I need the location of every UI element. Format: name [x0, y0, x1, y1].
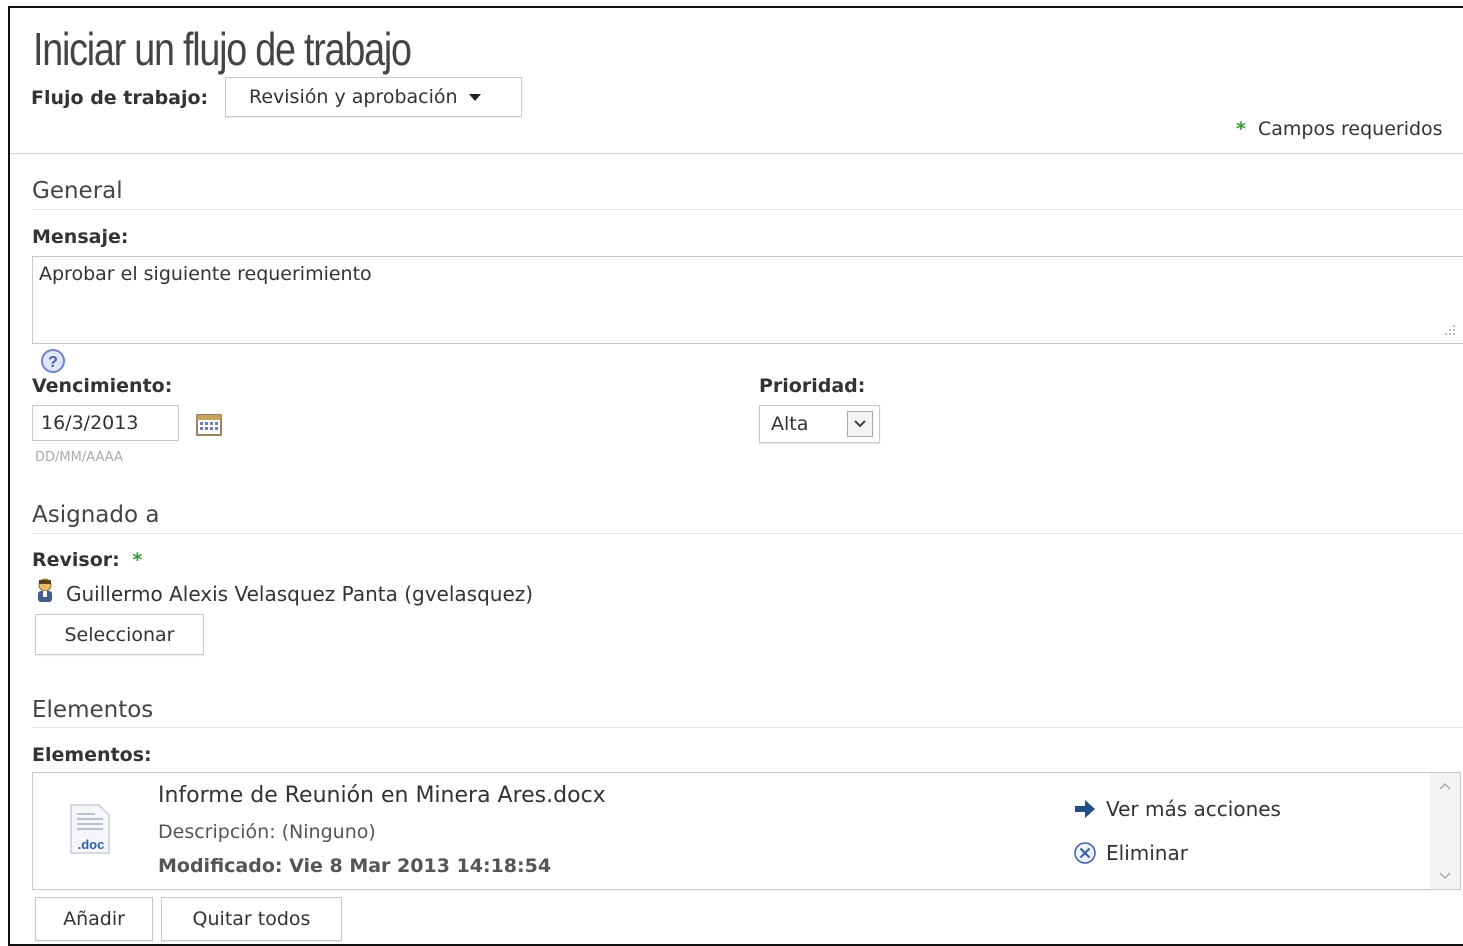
resize-grip-icon [1445, 325, 1455, 335]
header-divider [10, 153, 1463, 154]
chevron-down-icon [854, 420, 866, 428]
message-text: Aprobar el siguiente requerimiento [39, 263, 372, 285]
section-general-rule [32, 209, 1463, 210]
item-file-name[interactable]: Informe de Reunión en Minera Ares.docx [158, 783, 606, 808]
reviewer-label-text: Revisor: [32, 549, 120, 571]
section-items-title: Elementos [32, 697, 154, 723]
add-item-button[interactable]: Añadir [35, 897, 153, 941]
priority-value: Alta [771, 413, 809, 435]
remove-all-button[interactable]: Quitar todos [161, 897, 342, 941]
doc-file-icon: .doc [70, 804, 110, 854]
due-date-label: Vencimiento: [32, 375, 173, 397]
workflow-dropdown[interactable]: Revisión y aprobación [225, 77, 522, 117]
remove-item-label: Eliminar [1106, 841, 1188, 865]
arrow-right-icon [1075, 800, 1095, 818]
due-date-value: 16/3/2013 [41, 412, 139, 434]
caret-down-icon [468, 94, 481, 101]
item-modified: Modificado: Vie 8 Mar 2013 14:18:54 [158, 855, 552, 877]
reviewer-name: Guillermo Alexis Velasquez Panta (gvelas… [66, 582, 534, 606]
workflow-label: Flujo de trabajo: [31, 87, 209, 109]
chevron-up-icon[interactable] [1438, 781, 1452, 791]
priority-select-arrow[interactable] [847, 411, 873, 437]
help-icon[interactable]: ? [40, 348, 68, 374]
items-label: Elementos: [32, 744, 152, 766]
message-textarea[interactable]: Aprobar el siguiente requerimiento [32, 256, 1463, 344]
message-label: Mensaje: [32, 226, 129, 248]
item-description: Descripción: (Ninguno) [158, 821, 376, 843]
section-items-rule [32, 727, 1463, 728]
remove-item-link[interactable]: Eliminar [1073, 841, 1188, 865]
items-list[interactable]: .doc Informe de Reunión en Minera Ares.d… [32, 772, 1461, 890]
chevron-down-icon[interactable] [1438, 871, 1452, 881]
workflow-dropdown-value: Revisión y aprobación [249, 86, 458, 108]
select-reviewer-button[interactable]: Seleccionar [35, 614, 204, 655]
user-icon [38, 578, 52, 602]
remove-circle-icon [1074, 842, 1096, 864]
priority-select[interactable]: Alta [759, 405, 880, 443]
due-date-input[interactable]: 16/3/2013 [32, 405, 179, 441]
reviewer-required-star: * [132, 549, 143, 571]
calendar-icon[interactable] [195, 411, 223, 437]
doc-file-badge: .doc [78, 837, 105, 852]
section-assigned-rule [32, 533, 1463, 534]
page-title: Iniciar un flujo de trabajo [33, 23, 412, 75]
section-assigned-title: Asignado a [32, 502, 160, 528]
due-date-format-hint: DD/MM/AAAA [35, 450, 123, 465]
section-general-title: General [32, 178, 123, 204]
help-glyph: ? [48, 354, 58, 371]
required-note: * Campos requeridos [1236, 118, 1443, 140]
items-scrollbar[interactable] [1430, 773, 1460, 889]
priority-label: Prioridad: [759, 375, 866, 397]
required-note-text: Campos requeridos [1257, 118, 1443, 140]
required-star: * [1236, 118, 1246, 140]
more-actions-label: Ver más acciones [1106, 797, 1281, 821]
more-actions-link[interactable]: Ver más acciones [1073, 797, 1281, 821]
reviewer-label: Revisor: * [32, 549, 142, 571]
